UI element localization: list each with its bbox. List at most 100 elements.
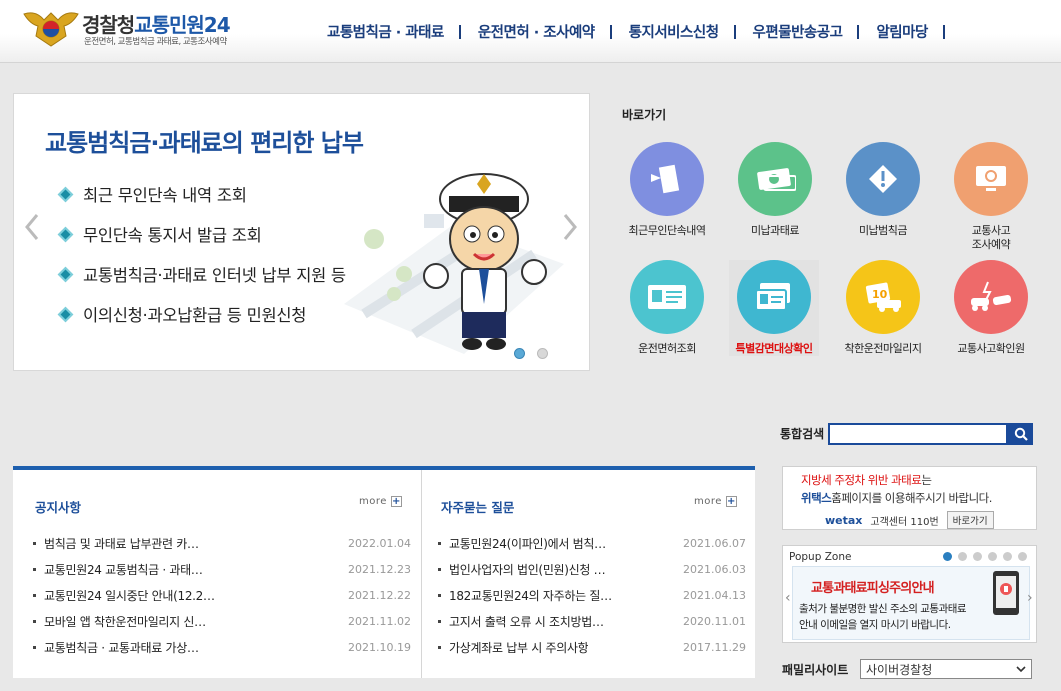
diamond-bullet-icon (57, 266, 74, 282)
quick-label: 특별감면대상확인 (735, 342, 813, 355)
family-site-label: 패밀리사이트 (782, 663, 849, 677)
main-slider: 교통범칙금·과태료의 편리한 납부 최근 무인단속 내역 조회 무인단속 통지서… (13, 93, 590, 371)
search-input[interactable] (828, 423, 1008, 445)
quick-mileage[interactable]: 10 착한운전마일리지 (831, 260, 935, 356)
logo-title-part1: 경찰청 (82, 13, 135, 37)
warning-icon (846, 142, 920, 216)
search-button[interactable] (1008, 423, 1033, 445)
popup-dot-3[interactable] (973, 552, 982, 561)
logo-title: 경찰청교통민원24 (82, 9, 231, 38)
slider-dot-1[interactable] (514, 348, 525, 359)
faq-item-title[interactable]: 법인사업자의 법인(민원)신청 … (449, 561, 605, 578)
site-logo[interactable]: 경찰청교통민원24 운전면허, 교통범칙금 과태료, 교통조사예약 (22, 8, 252, 52)
wetax-line1-rest: 는 (921, 473, 932, 487)
quick-license-lookup[interactable]: 운전면허조회 (615, 260, 719, 356)
bullet-icon (438, 593, 441, 597)
notice-item-title[interactable]: 교통범칙금 · 교통과태료 가상… (44, 639, 199, 656)
popup-banner[interactable]: 교통과태료피싱주의안내 출처가 불분명한 발신 주소의 교통과태료 안내 이메일을… (792, 566, 1030, 640)
popup-dot-4[interactable] (988, 552, 997, 561)
slider-feature-item: 최근 무인단속 내역 조회 (57, 174, 346, 214)
faq-item-date: 2017.11.29 (683, 640, 746, 654)
popup-dot-1[interactable] (943, 552, 952, 561)
nav-returned-mail[interactable]: 우편물반송공고 (736, 21, 860, 42)
quick-special-reduction[interactable]: 특별감면대상확인 (729, 260, 819, 356)
faq-title: 자주묻는 질문 (441, 500, 515, 515)
nav-fines[interactable]: 교통범칙금 · 과태료 (310, 21, 461, 42)
faq-item-date: 2021.06.07 (683, 536, 746, 550)
search-label: 통합검색 (780, 427, 825, 441)
quick-unpaid-penalty[interactable]: 미납범칙금 (831, 142, 935, 238)
slider-dot-2[interactable] (537, 348, 548, 359)
slider-feature-text: 무인단속 통지서 발급 조회 (83, 226, 262, 245)
quick-recent-enforcement[interactable]: 최근무인단속내역 (615, 142, 719, 238)
notice-item[interactable]: 교통민원24 교통범칙금 · 과태… 2021.12.23 (33, 556, 413, 582)
bullet-icon (33, 619, 36, 623)
family-site-select[interactable]: 사이버경찰청 (860, 659, 1032, 679)
nav-license[interactable]: 운전면허 · 조사예약 (461, 21, 612, 42)
faq-item-title[interactable]: 교통민원24(이파인)에서 범칙… (449, 535, 606, 552)
notice-item[interactable]: 교통범칙금 · 교통과태료 가상… 2021.10.19 (33, 634, 413, 660)
popup-dot-5[interactable] (1003, 552, 1012, 561)
faq-item[interactable]: 교통민원24(이파인)에서 범칙… 2021.06.07 (438, 530, 748, 556)
bullet-icon (438, 567, 441, 571)
faq-item[interactable]: 가상계좌로 납부 시 주의사항 2017.11.29 (438, 634, 748, 660)
slider-feature-item: 교통범칙금·과태료 인터넷 납부 지원 등 (57, 254, 346, 294)
faq-item[interactable]: 고지서 출력 오류 시 조치방법… 2020.11.01 (438, 608, 748, 634)
notice-more-button[interactable]: more + (359, 496, 402, 507)
notice-item-title[interactable]: 교통민원24 일시중단 안내(12.2… (44, 587, 215, 604)
notice-item[interactable]: 교통민원24 일시중단 안내(12.2… 2021.12.22 (33, 582, 413, 608)
quick-links-title: 바로가기 (622, 108, 667, 122)
police-emblem-icon (23, 12, 79, 47)
faq-item-title[interactable]: 182교통민원24의 자주하는 질… (449, 587, 612, 604)
wetax-go-button[interactable]: 바로가기 (946, 511, 994, 529)
faq-item-title[interactable]: 가상계좌로 납부 시 주의사항 (449, 639, 588, 656)
monitor-icon (954, 142, 1028, 216)
faq-item-title[interactable]: 고지서 출력 오류 시 조치방법… (449, 613, 604, 630)
quick-label-line2: 조사예약 (971, 238, 1011, 251)
faq-list: 교통민원24(이파인)에서 범칙… 2021.06.07 법인사업자의 법인(민원… (438, 530, 748, 660)
popup-zone: Popup Zone 교통과태료피싱주의안내 출처가 불분명한 발신 주소의 교… (782, 545, 1037, 643)
bullet-icon (33, 567, 36, 571)
faq-panel: 자주묻는 질문 more + 교통민원24(이파인)에서 범칙… 2021.06.0… (423, 470, 755, 678)
popup-body-line1: 출처가 불분명한 발신 주소의 교통과태료 (799, 603, 967, 615)
logo-title-part2: 교통민원24 (134, 13, 230, 37)
popup-pagination (943, 552, 1027, 561)
diamond-bullet-icon (57, 186, 74, 202)
slider-next-arrow-icon[interactable] (562, 212, 578, 242)
popup-prev-arrow-icon[interactable]: ‹ (785, 590, 791, 606)
plus-icon: + (725, 495, 737, 507)
faq-item[interactable]: 182교통민원24의 자주하는 질… 2021.04.13 (438, 582, 748, 608)
quick-unpaid-fine[interactable]: 미납과태료 (723, 142, 827, 238)
nav-notice-board[interactable]: 알림마당 (859, 21, 946, 42)
notice-item[interactable]: 범칙금 및 과태료 납부관련 카… 2022.01.04 (33, 530, 413, 556)
police-mascot-illustration (344, 173, 564, 354)
notice-item-title[interactable]: 교통민원24 교통범칙금 · 과태… (44, 561, 203, 578)
notice-item-title[interactable]: 모바일 앱 착한운전마일리지 신… (44, 613, 206, 630)
faq-more-button[interactable]: more + (694, 496, 737, 507)
family-site-selected: 사이버경찰청 (866, 662, 933, 677)
slider-headline: 교통범칙금·과태료의 편리한 납부 (45, 129, 364, 157)
license-card-icon (630, 260, 704, 334)
faq-item[interactable]: 법인사업자의 법인(민원)신청 … 2021.06.03 (438, 556, 748, 582)
diamond-bullet-icon (57, 306, 74, 322)
quick-accident-certificate[interactable]: 교통사고확인원 (939, 260, 1043, 356)
quick-label: 미납범칙금 (858, 224, 908, 237)
popup-heading: 교통과태료피싱주의안내 (811, 581, 935, 596)
logo-subtitle: 운전면허, 교통범칙금 과태료, 교통조사예약 (84, 37, 227, 47)
popup-next-arrow-icon[interactable]: › (1027, 590, 1033, 606)
main-nav: 교통범칙금 · 과태료 운전면허 · 조사예약 통지서비스신청 우편물반송공고 … (310, 18, 946, 44)
popup-dot-6[interactable] (1018, 552, 1027, 561)
faq-item-date: 2020.11.01 (683, 614, 746, 628)
popup-dot-2[interactable] (958, 552, 967, 561)
quick-accident-reservation[interactable]: 교통사고 조사예약 (939, 142, 1043, 252)
notice-item-date: 2021.12.22 (348, 588, 411, 602)
quick-label: 미납과태료 (750, 224, 800, 237)
notice-item-title[interactable]: 범칙금 및 과태료 납부관련 카… (44, 535, 199, 552)
nav-notification[interactable]: 통지서비스신청 (612, 21, 736, 42)
notice-item[interactable]: 모바일 앱 착한운전마일리지 신… 2021.11.02 (33, 608, 413, 634)
slider-prev-arrow-icon[interactable] (24, 212, 40, 242)
slider-pagination (514, 348, 548, 359)
plus-icon: + (390, 495, 402, 507)
wetax-banner[interactable]: 지방세 주정차 위반 과태료는 위택스홈페이지를 이용해주시기 바랍니다. we… (782, 466, 1037, 530)
id-card-icon (737, 260, 811, 334)
